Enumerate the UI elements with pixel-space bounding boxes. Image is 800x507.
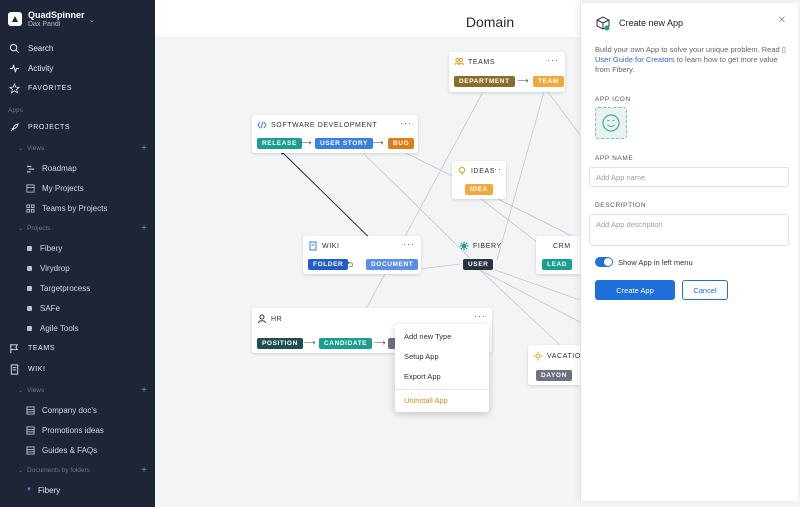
app-name: WIKI [322, 242, 340, 250]
menu-item-uninstall-app[interactable]: Uninstall App [404, 396, 448, 405]
app-card-header: HR [257, 312, 282, 326]
cancel-button[interactable]: Cancel [682, 280, 728, 300]
type-tag-department[interactable]: DEPARTMENT [454, 76, 515, 87]
user-guide-link[interactable]: User Guide for Creators [595, 55, 675, 64]
lightbulb-icon [457, 166, 467, 176]
app-card-header: SOFTWARE DEVELOPMENT [257, 118, 377, 132]
arrow-right-icon: ⟶ [372, 138, 384, 147]
arrow-right-icon: ⟶ [300, 138, 312, 147]
app-card-wiki[interactable]: WIKI ··· FOLDER ⮌ DOCUMENT [303, 236, 421, 274]
panel-header: Create new App [595, 15, 683, 31]
app-name-label: APP NAME [595, 155, 634, 162]
app-name: SOFTWARE DEVELOPMENT [271, 121, 378, 129]
arrow-right-icon: ⟶ [374, 338, 386, 347]
document-icon [308, 241, 318, 251]
app-card-header: FIBERY [459, 239, 502, 253]
type-tag-bug[interactable]: BUG [388, 138, 415, 149]
more-options-icon[interactable]: ··· [400, 118, 412, 128]
app-icon-picker[interactable] [595, 107, 627, 139]
type-tag-position[interactable]: POSITION [257, 338, 303, 349]
type-tag-idea[interactable]: IDEA [465, 184, 493, 195]
self-relation-icon: ⮌ [347, 260, 354, 269]
app-icon-label: APP ICON [595, 96, 631, 103]
show-in-menu-label: Show App in left menu [618, 258, 693, 267]
app-name: FIBERY [473, 242, 502, 250]
app-card-teams[interactable]: TEAMS ··· DEPARTMENT ⟶ TEAM [449, 52, 565, 92]
type-tag-release[interactable]: RELEASE [257, 138, 302, 149]
app-card-crm[interactable]: CRM LEAD [536, 236, 580, 274]
app-card-header: WIKI [308, 239, 340, 253]
more-options-icon[interactable]: ··· [403, 239, 415, 249]
app-name-input[interactable]: Add App name [589, 167, 789, 187]
menu-item-add-new-type[interactable]: Add new Type [404, 332, 451, 341]
more-options-icon[interactable]: ··· [474, 311, 486, 321]
app-card-header: CRM [553, 239, 571, 253]
type-tag-folder[interactable]: FOLDER [308, 259, 349, 270]
app-card-vacation[interactable]: VACATION DAYON [528, 345, 586, 385]
app-card-software-development[interactable]: SOFTWARE DEVELOPMENT ··· RELEASE ⟶ USER … [252, 115, 418, 153]
app-card-ideas[interactable]: IDEAS ··· IDEA [452, 161, 506, 199]
more-options-icon[interactable]: ··· [490, 164, 502, 174]
description-text: Build your own App to solve your unique … [595, 45, 782, 54]
sun-icon [533, 351, 543, 361]
type-tag-team[interactable]: TEAM [533, 76, 564, 87]
description-textarea[interactable]: Add App description [589, 214, 789, 246]
panel-description: Build your own App to solve your unique … [595, 45, 789, 75]
app-box-icon [595, 15, 611, 31]
type-tag-candidate[interactable]: CANDIDATE [319, 338, 373, 349]
app-card-fibery[interactable]: FIBERY USER [455, 236, 519, 274]
fibery-logo-icon [459, 241, 469, 251]
show-in-menu-toggle[interactable] [595, 257, 613, 267]
type-tag-document[interactable]: DOCUMENT [366, 259, 419, 270]
app-name: CRM [553, 242, 571, 250]
create-app-button[interactable]: Create App [595, 280, 675, 300]
panel-title: Create new App [619, 18, 684, 28]
person-icon [257, 314, 267, 324]
type-tag-user[interactable]: USER [463, 259, 494, 270]
teams-icon [454, 57, 464, 67]
arrow-right-icon: ⟶ [517, 76, 529, 85]
menu-divider [395, 389, 489, 390]
type-tag-user-story[interactable]: USER STORY [315, 138, 373, 149]
menu-item-export-app[interactable]: Export App [404, 372, 441, 381]
more-options-icon[interactable]: ··· [547, 55, 559, 65]
book-icon: ▯ [781, 45, 786, 54]
menu-item-setup-app[interactable]: Setup App [404, 352, 439, 361]
type-tag-dayon[interactable]: DAYON [536, 370, 572, 381]
description-label: DESCRIPTION [595, 202, 647, 209]
app-card-header: TEAMS [454, 55, 495, 69]
type-tag-lead[interactable]: LEAD [542, 259, 573, 270]
create-app-panel: Create new App ✕ Build your own App to s… [580, 3, 798, 501]
code-icon [257, 120, 267, 130]
app-card-header: VACATION [533, 349, 587, 363]
close-icon[interactable]: ✕ [778, 15, 786, 26]
app-context-menu: Add new Type Setup App Export App Uninst… [395, 324, 489, 412]
app-name: HR [271, 315, 283, 323]
smiley-icon [602, 114, 620, 132]
arrow-right-icon: ⟶ [304, 338, 316, 347]
app-name: TEAMS [468, 58, 496, 66]
